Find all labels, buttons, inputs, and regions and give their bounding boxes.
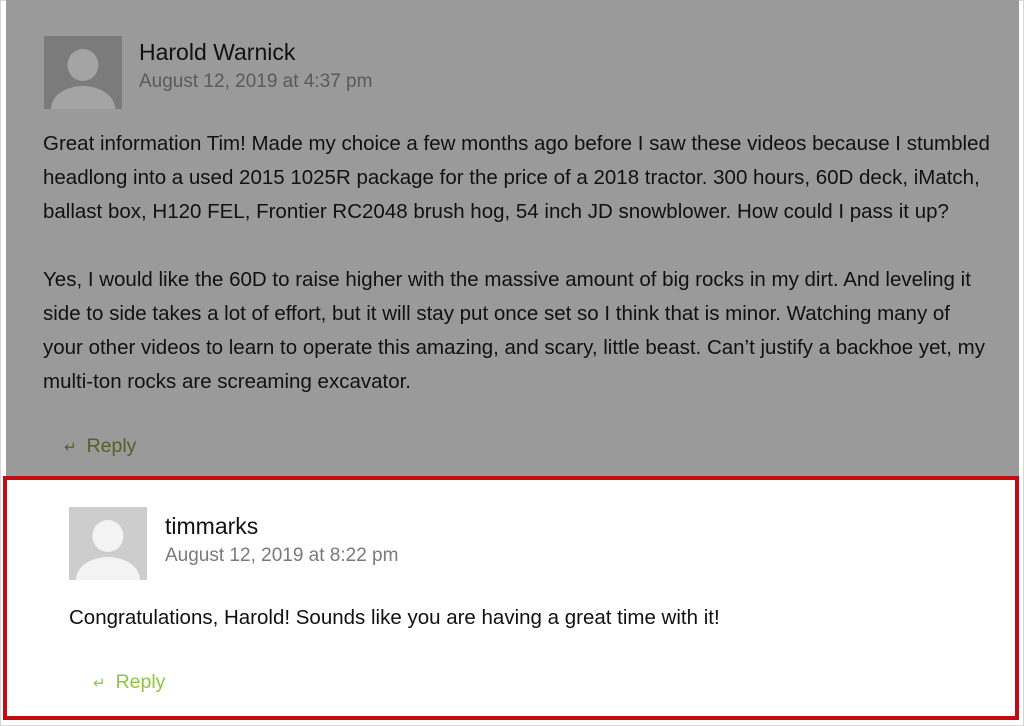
comment-date[interactable]: August 12, 2019 at 8:22 pm (165, 545, 398, 567)
commenter-avatar (44, 36, 122, 109)
reply-label: Reply (115, 671, 166, 693)
user-avatar-icon (67, 49, 99, 82)
comment-date[interactable]: August 12, 2019 at 4:37 pm (139, 71, 372, 93)
comment-paragraph: Great information Tim! Made my choice a … (43, 132, 990, 223)
reply-arrow-icon: ↵ (64, 438, 77, 456)
reply-label: Reply (86, 435, 137, 457)
commenter-avatar (69, 507, 147, 580)
reply-link[interactable]: ↵ Reply (93, 671, 165, 694)
reply-arrow-icon: ↵ (93, 674, 106, 692)
comment-author[interactable]: Harold Warnick (139, 39, 295, 66)
comment-paragraph: Yes, I would like the 60D to raise highe… (43, 268, 985, 393)
reply-comment-highlighted: timmarks August 12, 2019 at 8:22 pm Cong… (3, 476, 1019, 720)
user-avatar-icon (92, 520, 124, 553)
parent-comment: Harold Warnick August 12, 2019 at 4:37 p… (6, 0, 1019, 476)
comment-paragraph: Congratulations, Harold! Sounds like you… (69, 606, 720, 629)
reply-link[interactable]: ↵ Reply (64, 435, 136, 458)
comment-author[interactable]: timmarks (165, 513, 258, 540)
